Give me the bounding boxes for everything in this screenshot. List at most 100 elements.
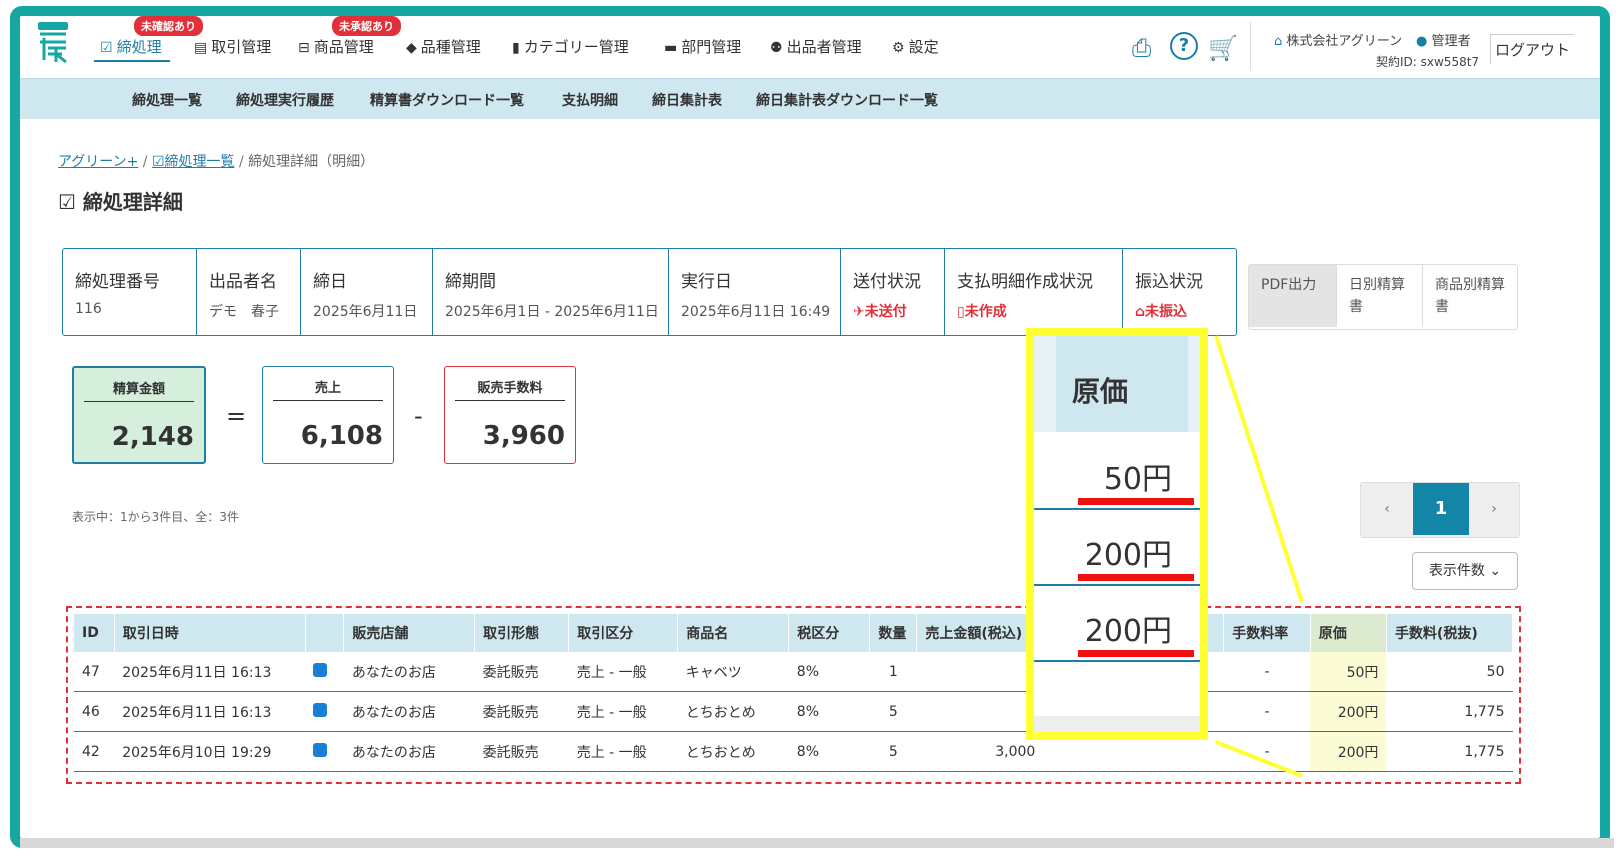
summary-number: 締処理番号 116 <box>63 249 197 335</box>
red-underline <box>1078 574 1194 581</box>
table-row[interactable]: 46 2025年6月11日 16:13 あなたのお店 委託販売 売上 - 一般 … <box>74 691 1513 732</box>
list-icon: ▤ <box>194 40 208 56</box>
nav-departments[interactable]: ▬ 部門管理 <box>664 36 741 57</box>
check-icon: ☑ <box>58 190 76 214</box>
transaction-table: ID 取引日時 販売店舗 取引形態 取引区分 商品名 税区分 数量 売上金額(税… <box>74 614 1514 772</box>
subnav-execution-history[interactable]: 締処理実行履歴 <box>236 90 334 110</box>
sales-amount-box: 売上 6,108 <box>262 366 394 464</box>
frame-shadow <box>20 838 1614 848</box>
subnav-statement-downloads[interactable]: 精算書ダウンロード一覧 <box>370 90 524 110</box>
col-icon <box>305 614 345 652</box>
nav-categories[interactable]: ▮ カテゴリー管理 <box>512 36 629 57</box>
fee-amount-box: 販売手数料 3,960 <box>444 366 576 464</box>
col-cost[interactable]: 原価 <box>1310 614 1387 652</box>
col-store[interactable]: 販売店舗 <box>343 614 476 652</box>
page-1-button[interactable]: 1 <box>1413 483 1469 535</box>
col-datetime[interactable]: 取引日時 <box>114 614 306 652</box>
folder-icon: ▬ <box>664 40 678 56</box>
nav-closing[interactable]: ☑ 締処理 <box>100 36 162 57</box>
subnav-closing-list[interactable]: 締処理一覧 <box>132 90 202 110</box>
basket-icon: ⊟ <box>298 40 310 56</box>
app-logo[interactable] <box>36 22 70 64</box>
summary-transfer-status: 振込状況 ⌂未振込 <box>1135 272 1203 320</box>
document-icon: ▯ <box>957 304 965 320</box>
screenshot-frame: 未確認あり ☑ 締処理 ▤ 取引管理 未承認あり ⊟ 商品管理 ◆ 品種管理 ▮ カテゴリ… <box>10 6 1610 848</box>
col-category[interactable]: 取引区分 <box>568 614 679 652</box>
active-nav-underline <box>94 60 170 62</box>
summary-table: 締処理番号 116 出品者名 デモ 春子 締日 2025年6月11日 締期間 2025年… <box>62 248 1237 336</box>
zoom-cost-value: 200円 <box>1084 614 1172 649</box>
summary-seller: 出品者名 デモ 春子 <box>197 249 301 335</box>
bookmark-icon: ▮ <box>512 40 520 56</box>
store-icon <box>313 742 328 757</box>
table-row[interactable]: 42 2025年6月10日 19:29 あなたのお店 委託販売 売上 - 一般 … <box>74 731 1513 772</box>
zoom-cost-value: 200円 <box>1084 538 1172 573</box>
store-icon <box>313 702 328 717</box>
tag-icon: ◆ <box>406 40 417 56</box>
equals-sign: = <box>226 402 247 430</box>
product-statement-button[interactable]: 商品別精算書 <box>1422 265 1517 327</box>
col-fee[interactable]: 手数料(税抜) <box>1386 614 1514 652</box>
bank-icon: ⌂ <box>1135 304 1146 320</box>
top-navbar: 未確認あり ☑ 締処理 ▤ 取引管理 未承認あり ⊟ 商品管理 ◆ 品種管理 ▮ カテゴリ… <box>20 16 1600 78</box>
summary-exec-date: 実行日 2025年6月11日 16:49 <box>669 249 841 335</box>
subnav-payment-details[interactable]: 支払明細 <box>562 90 618 110</box>
pdf-export-button[interactable]: PDF出力 <box>1249 265 1336 327</box>
col-sales[interactable]: 売上金額(税込) <box>916 614 1044 652</box>
store-icon <box>313 662 328 677</box>
cost-zoom-callout: 原価 50円 200円 200円 <box>1026 328 1208 740</box>
col-id[interactable]: ID <box>74 614 115 652</box>
check-icon: ☑ <box>100 40 113 56</box>
page-title: ☑ 締処理詳細 <box>58 190 183 214</box>
nav-settings[interactable]: ⚙ 設定 <box>892 36 939 57</box>
table-row[interactable]: 47 2025年6月11日 16:13 あなたのお店 委託販売 売上 - 一般 … <box>74 652 1513 692</box>
minus-sign: - <box>414 402 423 430</box>
prev-page-button[interactable]: ‹ <box>1361 483 1413 535</box>
send-icon: ✈ <box>853 304 865 320</box>
unconfirmed-badge: 未確認あり <box>134 16 203 36</box>
detail-panel: 締処理番号 116 出品者名 デモ 春子 締日 2025年6月11日 締期間 2025年… <box>58 234 1530 804</box>
unapproved-badge: 未承認あり <box>332 16 401 36</box>
logout-link[interactable]: ログアウト <box>1490 34 1575 64</box>
per-page-dropdown[interactable]: 表示件数 ⌄ <box>1412 552 1518 590</box>
divider <box>1250 22 1251 70</box>
col-tax[interactable]: 税区分 <box>788 614 871 652</box>
user-icon: ● <box>1416 34 1428 49</box>
nav-products[interactable]: ⊟ 商品管理 <box>298 36 374 57</box>
summary-closing-date: 締日 2025年6月11日 <box>301 249 433 335</box>
print-icon[interactable]: ⎙ <box>1132 34 1151 62</box>
nav-sellers[interactable]: ⚉ 出品者管理 <box>770 36 862 57</box>
summary-send-status: 送付状況 ✈未送付 <box>841 249 945 335</box>
company-name: ⌂ 株式会社アグリーン <box>1274 34 1403 49</box>
check-icon: ☑ <box>151 154 165 170</box>
nav-transactions[interactable]: ▤ 取引管理 <box>194 36 271 57</box>
gear-icon: ⚙ <box>892 40 905 56</box>
summary-period: 締期間 2025年6月1日 - 2025年6月11日 <box>433 249 669 335</box>
breadcrumb-home[interactable]: アグリーン+ <box>58 154 138 170</box>
col-product[interactable]: 商品名 <box>677 614 790 652</box>
daily-statement-button[interactable]: 日別精算書 <box>1336 265 1422 327</box>
subnav-daily-summary[interactable]: 締日集計表 <box>652 90 722 110</box>
chevron-down-icon: ⌄ <box>1489 563 1502 579</box>
users-icon: ⚉ <box>770 40 783 56</box>
store-icon: ⌂ <box>1274 34 1283 49</box>
settlement-amount-box: 精算金額 2,148 <box>72 366 206 464</box>
zoom-cost-header: 原価 <box>1072 375 1129 408</box>
col-qty[interactable]: 数量 <box>869 614 918 652</box>
summary-statement-status: 支払明細作成状況 ▯未作成 <box>945 249 1123 335</box>
zoom-cost-value: 50円 <box>1103 462 1172 497</box>
result-count: 表示中：1から3件目、全：3件 <box>72 510 239 524</box>
table-header-row: ID 取引日時 販売店舗 取引形態 取引区分 商品名 税区分 数量 売上金額(税… <box>74 614 1514 652</box>
help-icon[interactable]: ? <box>1170 32 1198 60</box>
col-type[interactable]: 取引形態 <box>474 614 570 652</box>
nav-varieties[interactable]: ◆ 品種管理 <box>406 36 481 57</box>
breadcrumb-list[interactable]: ☑締処理一覧 <box>152 154 235 170</box>
transaction-table-highlight: ID 取引日時 販売店舗 取引形態 取引区分 商品名 税区分 数量 売上金額(税… <box>66 606 1521 784</box>
col-fee-rate[interactable]: 手数料率 <box>1223 614 1311 652</box>
export-button-group: PDF出力 日別精算書 商品別精算書 <box>1248 264 1518 330</box>
red-underline <box>1078 650 1194 657</box>
subnav-daily-summary-downloads[interactable]: 締日集計表ダウンロード一覧 <box>756 90 938 110</box>
next-page-button[interactable]: › <box>1469 483 1519 535</box>
cart-icon[interactable]: 🛒 <box>1208 34 1238 62</box>
pagination: ‹ 1 › <box>1360 482 1520 538</box>
